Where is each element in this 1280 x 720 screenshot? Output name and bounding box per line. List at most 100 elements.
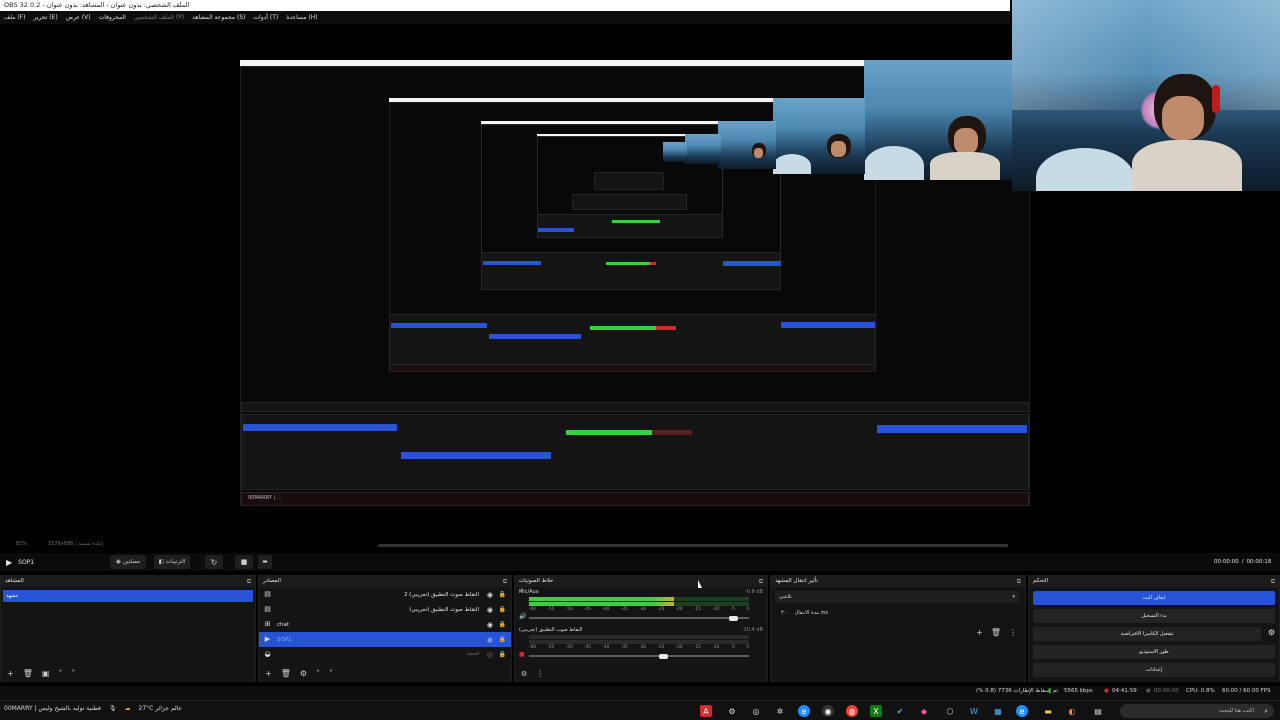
more-button[interactable]: ▬ bbox=[258, 555, 272, 569]
browser-icon[interactable]: e bbox=[798, 705, 810, 717]
lock-icon[interactable]: 🔒 bbox=[499, 606, 506, 613]
frames-dropped: تم إسقاط الإطارات 7736 (0.8 %) bbox=[976, 688, 1058, 694]
volume-slider-knob[interactable] bbox=[729, 615, 738, 621]
taskbar-search[interactable]: اكتب هنا للبحث ⌕ bbox=[1120, 704, 1274, 718]
nested-blue-4 bbox=[538, 228, 574, 232]
trash-icon[interactable]: 🗑 bbox=[281, 670, 291, 678]
settings-button[interactable]: إعدادات bbox=[1033, 663, 1275, 677]
check-icon[interactable]: ✔ bbox=[894, 705, 906, 717]
stop-button[interactable]: ■ bbox=[235, 555, 253, 569]
edge-icon[interactable]: e bbox=[1016, 705, 1028, 717]
store-icon[interactable]: ⬡ bbox=[944, 705, 956, 717]
stop-streaming-button[interactable]: ايقاف البث bbox=[1033, 591, 1275, 605]
source-item[interactable]: ▤ التقاط صوت التطبيق (تجريبي) 2 ◉ 🔒 bbox=[259, 587, 511, 602]
volume-slider[interactable] bbox=[529, 615, 749, 621]
meter-tick-label: -15 bbox=[693, 645, 701, 650]
duration-label: مدة الانتقال bbox=[794, 610, 819, 616]
chrome-icon[interactable]: ◍ bbox=[846, 705, 858, 717]
trash-icon[interactable]: 🗑 bbox=[991, 628, 1001, 637]
meter-tick-label: -55 bbox=[547, 645, 555, 650]
menu-docks[interactable]: المحروفات bbox=[99, 14, 126, 21]
word-icon[interactable]: W bbox=[968, 705, 980, 717]
eye-icon[interactable]: ◉ bbox=[487, 621, 493, 629]
steam-icon[interactable]: ◎ bbox=[750, 705, 762, 717]
menu-scene-collection[interactable]: مجموعة المشاهد (S) bbox=[192, 14, 245, 21]
menu-profile[interactable]: الملف الشخصي (P) bbox=[134, 14, 184, 21]
settings-app-icon[interactable]: ⚙ bbox=[726, 705, 738, 717]
mic-icon[interactable]: 🎙 bbox=[109, 705, 117, 712]
studio-mode-toggle[interactable]: طور الاستوديو bbox=[1033, 645, 1275, 659]
nested-blue-3a bbox=[483, 261, 541, 265]
transitions-button[interactable]: ◧ الترتيبات bbox=[154, 555, 190, 569]
headphone bbox=[1212, 85, 1220, 113]
arrow-up-icon[interactable]: ˄ bbox=[316, 670, 320, 678]
nested-deep-1 bbox=[594, 172, 664, 190]
preview-scrollbar[interactable] bbox=[378, 544, 1008, 547]
dock-float-icon[interactable]: ⧉ bbox=[759, 576, 763, 587]
menu-view[interactable]: عرض (V) bbox=[66, 14, 91, 21]
volume-slider-knob[interactable] bbox=[658, 653, 668, 659]
source-item[interactable]: ◒ الحملة ◎ 🔒 bbox=[259, 647, 511, 662]
arrow-down-icon[interactable]: ˅ bbox=[71, 670, 75, 678]
lock-icon[interactable]: 🔒 bbox=[499, 636, 506, 643]
dock-float-icon[interactable]: ⧉ bbox=[247, 576, 251, 587]
folder-icon[interactable]: ▬ bbox=[1042, 705, 1054, 717]
eye-icon[interactable]: ◉ bbox=[487, 591, 493, 599]
virtual-camera-button[interactable]: تشغيل الكاميرا الافتراضية ⚙ bbox=[1033, 627, 1275, 641]
gear-icon[interactable]: ⚙ bbox=[1268, 628, 1275, 637]
arrow-down-icon[interactable]: ˅ bbox=[329, 670, 333, 678]
add-icon[interactable]: + bbox=[7, 670, 14, 678]
meter-tick-label: -60 bbox=[529, 607, 537, 612]
firefox-icon[interactable]: ◐ bbox=[1066, 705, 1078, 717]
arrow-up-icon[interactable]: ˄ bbox=[58, 670, 62, 678]
speaker-icon[interactable]: 🔊 bbox=[519, 613, 526, 620]
lock-icon[interactable]: 🔒 bbox=[499, 621, 506, 628]
eye-icon[interactable]: ◉ bbox=[487, 636, 493, 644]
dock-float-icon[interactable]: ⧉ bbox=[503, 576, 507, 587]
menu-dots-icon[interactable]: ⋮ bbox=[536, 670, 544, 678]
camera-source[interactable] bbox=[1012, 0, 1280, 191]
dock-float-icon[interactable]: ⧉ bbox=[1271, 576, 1275, 587]
source-item[interactable]: ▶ SOP1 ◉ 🔒 bbox=[259, 632, 511, 647]
source-item[interactable]: ▤ التقاط صوت التطبيق (تجريبي) ◉ 🔒 bbox=[259, 602, 511, 617]
meter-tick-label: -55 bbox=[547, 607, 555, 612]
photos-icon[interactable]: ▦ bbox=[992, 705, 1004, 717]
play-scene[interactable]: ▶ SOP1 bbox=[6, 556, 34, 568]
taskbar-window-label[interactable]: 00MARRY | فطنية توليه بالشيخ وليس bbox=[4, 705, 101, 712]
obs-icon[interactable]: ◉ bbox=[822, 705, 834, 717]
excel-icon[interactable]: X bbox=[870, 705, 882, 717]
gear-icon[interactable]: ⚙ bbox=[300, 670, 307, 678]
acrobat-icon[interactable]: A bbox=[700, 705, 712, 717]
weather-label[interactable]: 27°C عالم جزائر bbox=[139, 705, 183, 712]
dock-float-icon[interactable]: ⧉ bbox=[1017, 576, 1021, 587]
gear-app-icon[interactable]: ✲ bbox=[774, 705, 786, 717]
add-icon[interactable]: + bbox=[265, 670, 272, 678]
search-placeholder: اكتب هنا للبحث bbox=[1218, 708, 1254, 714]
lock-icon[interactable]: 🔒 bbox=[499, 651, 506, 658]
calendar-icon[interactable]: ▤ bbox=[1092, 705, 1104, 717]
studio-mode-button[interactable]: ◉ مصلتين bbox=[110, 555, 146, 569]
refresh-button[interactable]: ↻ bbox=[205, 555, 223, 569]
filter-icon[interactable]: ▣ bbox=[42, 670, 50, 678]
transition-select[interactable]: تلاشي ▾ bbox=[775, 591, 1019, 603]
menu-dots-icon[interactable]: ⋮ bbox=[1009, 628, 1017, 637]
volume-slider[interactable] bbox=[529, 653, 749, 659]
trash-icon[interactable]: 🗑 bbox=[23, 670, 33, 678]
nested-meter-3-peak bbox=[650, 262, 656, 265]
menu-file[interactable]: ملف (F) bbox=[4, 14, 25, 21]
lock-icon[interactable]: 🔒 bbox=[499, 591, 506, 598]
source-name: التقاط صوت التطبيق (تجريبي) 2 bbox=[403, 591, 479, 598]
gear-icon[interactable]: ⚙ bbox=[521, 670, 527, 678]
scene-item[interactable]: مشهد bbox=[3, 590, 253, 602]
start-recording-button[interactable]: بدء التسجيل bbox=[1033, 609, 1275, 623]
menu-help[interactable]: مساعدة (H) bbox=[286, 14, 317, 21]
speaker-muted-icon[interactable]: ■ bbox=[519, 651, 525, 658]
menu-tools[interactable]: أدوات (T) bbox=[253, 14, 278, 21]
menu-dots-icon[interactable]: ⋮ bbox=[519, 587, 525, 594]
eye-icon[interactable]: ◉ bbox=[487, 606, 493, 614]
app-icon[interactable]: ◆ bbox=[918, 705, 930, 717]
eye-icon[interactable]: ◎ bbox=[487, 651, 493, 659]
menu-edit[interactable]: تحرير (E) bbox=[33, 14, 57, 21]
source-item[interactable]: ⊞ chat ◉ 🔒 bbox=[259, 617, 511, 632]
add-icon[interactable]: + bbox=[976, 628, 983, 637]
